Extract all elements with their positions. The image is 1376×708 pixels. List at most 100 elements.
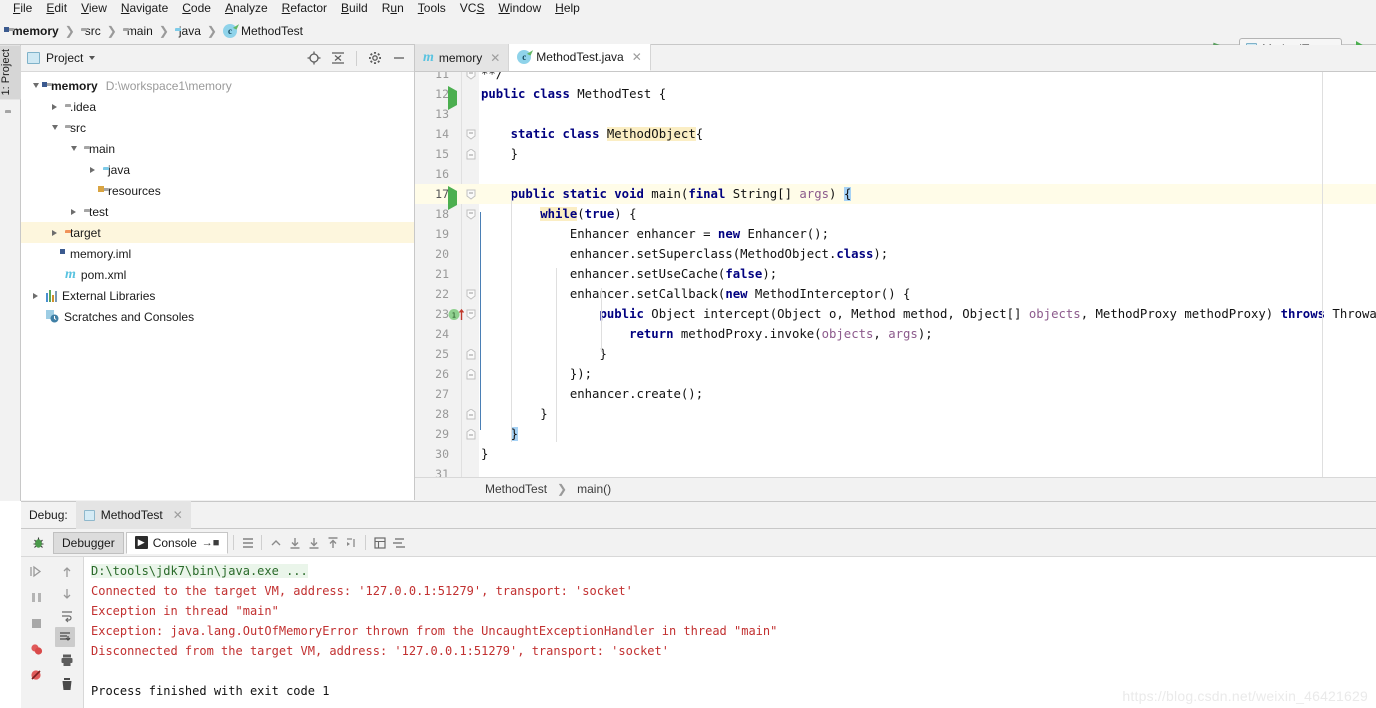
implementing-method-icon[interactable]: 1 [448, 308, 468, 321]
fold-marker[interactable] [466, 189, 476, 200]
menu-item-analyze[interactable]: Analyze [218, 0, 275, 17]
console-output[interactable]: D:\tools\jdk7\bin\java.exe ... Connected … [85, 557, 1376, 708]
chevron-right-icon[interactable] [29, 289, 42, 302]
evaluate-expression-icon[interactable] [371, 534, 388, 551]
clear-all-icon[interactable] [58, 675, 75, 692]
tree-item-pom-xml[interactable]: m pom.xml [21, 264, 414, 285]
tree-item-main[interactable]: main [21, 138, 414, 159]
locate-icon[interactable] [305, 49, 323, 67]
code-line[interactable]: 17 public static void main(final String[… [415, 184, 1376, 210]
fold-marker[interactable] [466, 429, 476, 440]
fold-marker[interactable] [466, 349, 476, 360]
code-line[interactable]: 22 enhancer.setCallback(new MethodInterc… [415, 284, 1376, 304]
force-step-into-icon[interactable] [324, 534, 341, 551]
print-icon[interactable] [58, 651, 75, 668]
code-line[interactable]: 20 enhancer.setSuperclass(MethodObject.c… [415, 244, 1376, 264]
scroll-down-icon[interactable] [58, 585, 75, 602]
code-viewport[interactable]: 11 **/ 12 public class MethodTest {13 14 sta… [415, 72, 1376, 477]
menu-item-code[interactable]: Code [175, 0, 218, 17]
soft-wrap-icon[interactable] [58, 607, 75, 624]
menu-item-view[interactable]: View [74, 0, 114, 17]
menu-item-file[interactable]: File [6, 0, 39, 17]
folder-icon[interactable] [5, 113, 16, 124]
fold-marker[interactable] [466, 72, 476, 80]
close-icon[interactable]: ✕ [632, 50, 642, 64]
tree-item-src[interactable]: src [21, 117, 414, 138]
tree-item-scratches-and-consoles[interactable]: Scratches and Consoles [21, 306, 414, 327]
settings-icon[interactable] [366, 49, 384, 67]
close-icon[interactable]: ✕ [490, 51, 500, 65]
collapse-all-icon[interactable] [329, 49, 347, 67]
code-line[interactable]: 14 static class MethodObject{ [415, 124, 1376, 144]
editor-tab-memory[interactable]: m memory ✕ [415, 44, 510, 71]
chevron-down-icon[interactable] [48, 121, 61, 134]
menu-item-edit[interactable]: Edit [39, 0, 74, 17]
pin-tab-icon[interactable]: →■ [202, 537, 220, 549]
breadcrumb-method[interactable]: main() [577, 482, 611, 496]
pause-icon[interactable] [28, 589, 45, 606]
menu-item-refactor[interactable]: Refactor [275, 0, 334, 17]
tree-item-memory[interactable]: memory D:\workspace1\memory [21, 75, 414, 96]
fold-marker[interactable] [466, 129, 476, 140]
chevron-right-icon[interactable] [67, 205, 80, 218]
fold-marker[interactable] [466, 289, 476, 300]
step-over-icon[interactable] [286, 534, 303, 551]
fold-marker[interactable] [466, 309, 476, 320]
close-icon[interactable]: ✕ [173, 508, 183, 522]
view-breakpoints-icon[interactable] [28, 641, 45, 658]
code-line[interactable]: 21 enhancer.setUseCache(false); [415, 264, 1376, 284]
menu-item-tools[interactable]: Tools [411, 0, 453, 17]
code-line[interactable]: 24 return methodProxy.invoke(objects, ar… [415, 324, 1376, 344]
code-line[interactable]: 26 }); [415, 364, 1376, 384]
run-to-cursor-icon[interactable] [343, 534, 360, 551]
breadcrumb-item-src[interactable]: src [79, 24, 103, 38]
scroll-to-end-icon[interactable] [55, 627, 75, 647]
chevron-right-icon[interactable] [48, 226, 61, 239]
chevron-down-icon[interactable] [29, 79, 42, 92]
code-line[interactable]: 31 [415, 464, 1376, 477]
code-line[interactable]: 11 **/ [415, 72, 1376, 84]
tree-item-memory-iml[interactable]: memory.iml [21, 243, 414, 264]
step-out-icon[interactable] [267, 534, 284, 551]
debug-tab-debugger[interactable]: Debugger [53, 531, 124, 554]
step-into-icon[interactable] [305, 534, 322, 551]
code-line[interactable]: 16 [415, 164, 1376, 184]
code-line[interactable]: 19 Enhancer enhancer = new Enhancer(); [415, 224, 1376, 244]
code-line[interactable]: 18 while(true) { [415, 204, 1376, 224]
fold-marker[interactable] [466, 409, 476, 420]
breadcrumb-class[interactable]: MethodTest [485, 482, 547, 496]
code-line[interactable]: 29 } [415, 424, 1376, 444]
code-line[interactable]: 30} [415, 444, 1376, 464]
soft-wrap-icon[interactable] [390, 534, 407, 551]
code-line[interactable]: 15 } [415, 144, 1376, 164]
run-gutter-icon[interactable] [448, 186, 460, 210]
minimize-icon[interactable] [390, 49, 408, 67]
debug-session-tab[interactable]: MethodTest ✕ [75, 501, 191, 529]
breadcrumb-item-memory[interactable]: memory [6, 24, 61, 38]
code-line[interactable]: 27 enhancer.create(); [415, 384, 1376, 404]
breadcrumb-item-java[interactable]: java [173, 24, 203, 38]
breadcrumb-item-main[interactable]: main [121, 24, 155, 38]
menu-item-window[interactable]: Window [491, 0, 548, 17]
code-line[interactable]: 23 public Object intercept(Object o, Met… [415, 304, 1376, 324]
chevron-down-icon[interactable] [67, 142, 80, 155]
run-gutter-icon[interactable] [448, 86, 460, 110]
fold-marker[interactable] [466, 149, 476, 160]
code-line[interactable]: 13 [415, 104, 1376, 124]
mute-breakpoints-icon[interactable] [28, 667, 45, 684]
breadcrumb-item-class[interactable]: c MethodTest [221, 23, 305, 38]
menu-icon[interactable] [239, 534, 256, 551]
code-line[interactable]: 12 public class MethodTest { [415, 84, 1376, 110]
chevron-right-icon[interactable] [48, 100, 61, 113]
code-line[interactable]: 25 } [415, 344, 1376, 364]
scroll-up-icon[interactable] [58, 563, 75, 580]
resume-icon[interactable] [28, 563, 45, 580]
tree-item--idea[interactable]: .idea [21, 96, 414, 117]
tree-item-java[interactable]: java [21, 159, 414, 180]
menu-item-build[interactable]: Build [334, 0, 375, 17]
code-lines[interactable]: 11 **/ 12 public class MethodTest {13 14 sta… [415, 72, 1376, 477]
menu-item-navigate[interactable]: Navigate [114, 0, 175, 17]
tree-item-test[interactable]: test [21, 201, 414, 222]
tree-item-resources[interactable]: resources [21, 180, 414, 201]
tree-item-target[interactable]: target [21, 222, 414, 243]
